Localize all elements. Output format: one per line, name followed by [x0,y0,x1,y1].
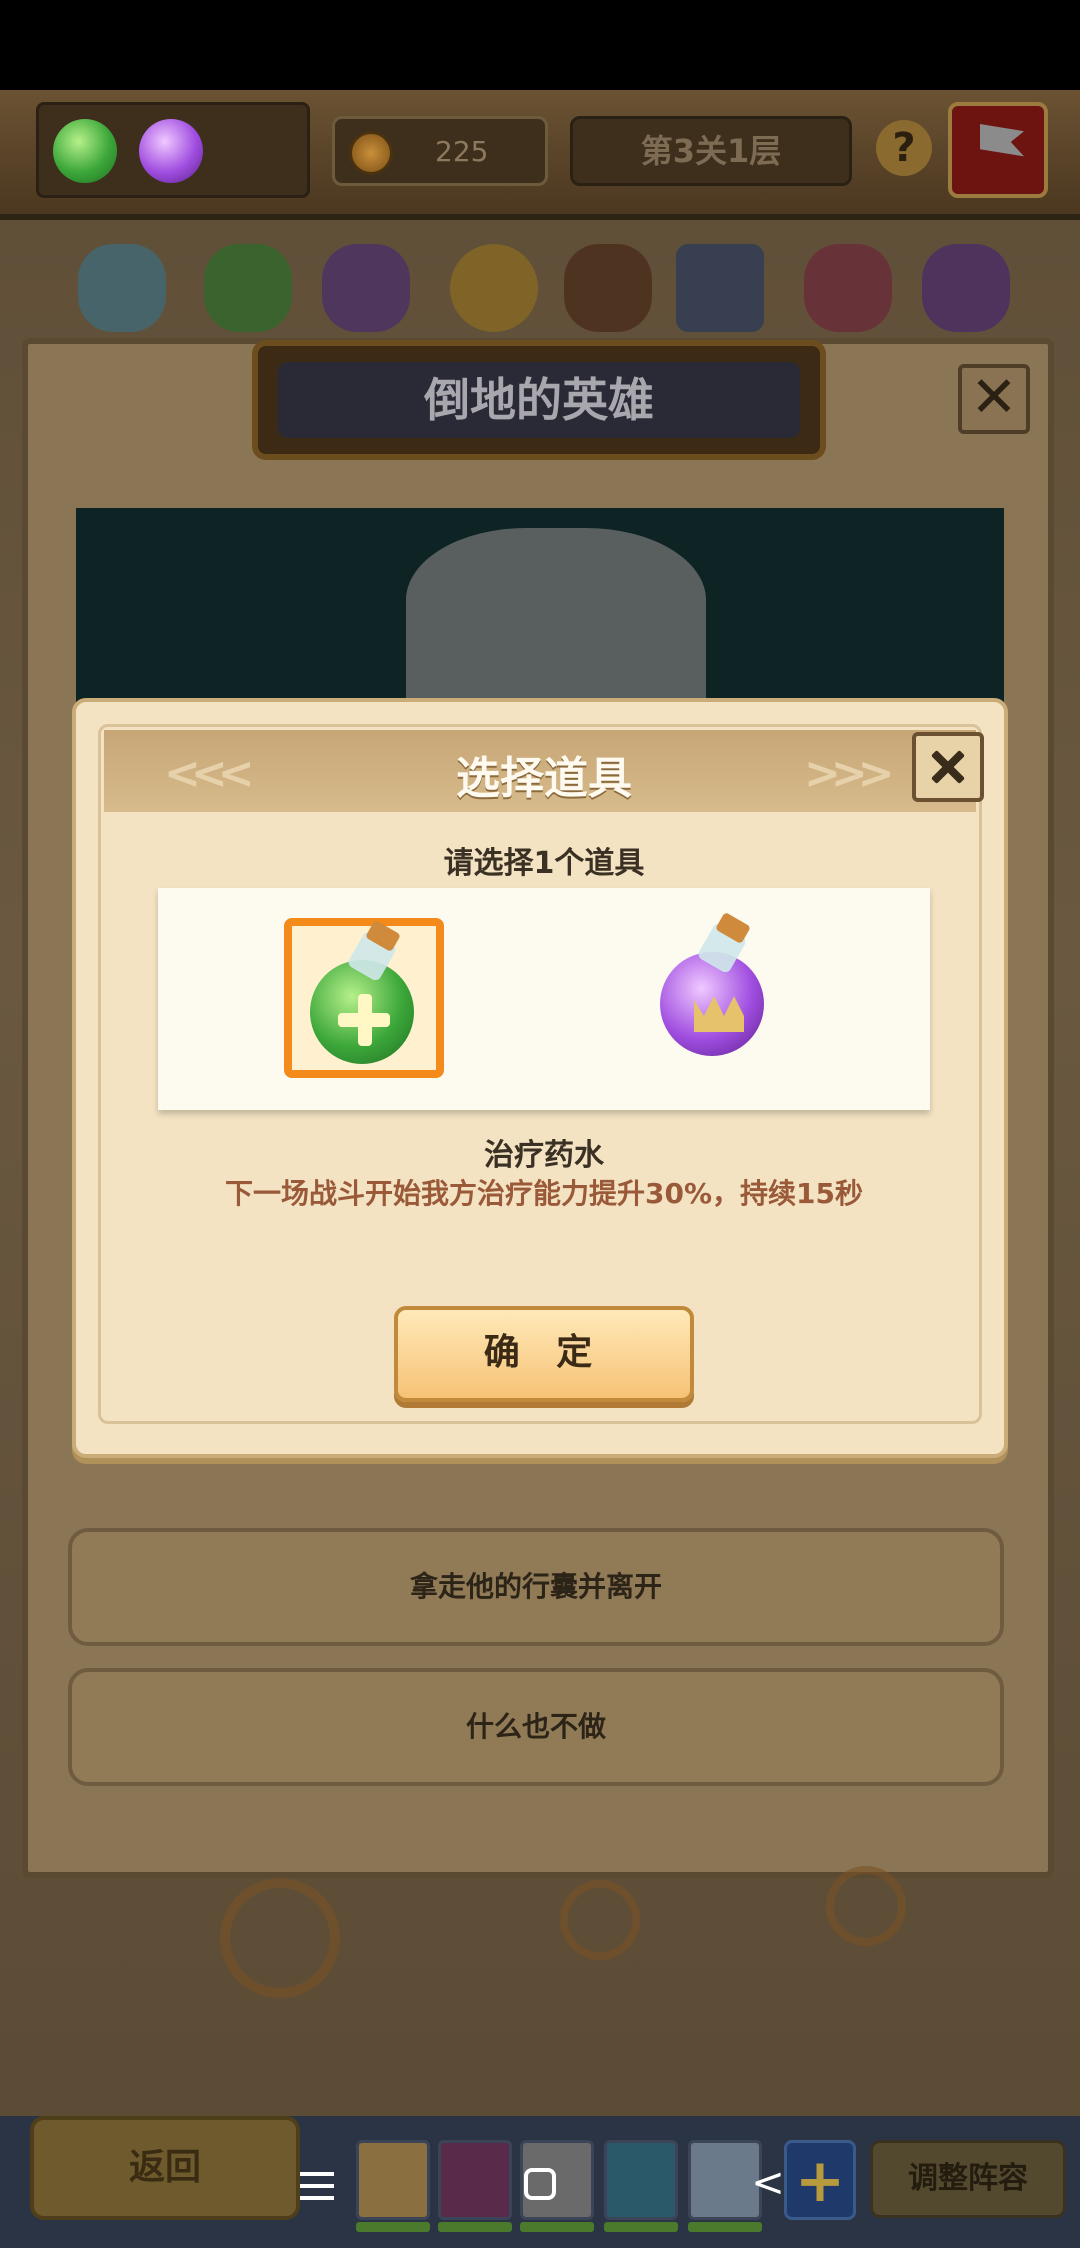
close-icon[interactable] [912,732,984,802]
status-bar [0,0,1080,90]
plus-icon [338,994,390,1046]
selected-item-name: 治疗药水 [484,1138,604,1173]
dialog-subtitle: 请选择1个道具 [443,846,645,881]
item-option-heal-potion[interactable] [284,918,444,1078]
dialog-title: 选择道具 [456,753,632,804]
select-item-dialog: <<< >>> 选择道具 请选择1个道具 治疗药水 下一场战斗开始我方治疗能力提… [72,698,1008,1458]
item-option-purple-potion[interactable] [642,911,802,1078]
confirm-button[interactable]: 确 定 [394,1306,694,1402]
item-choices [158,888,930,1110]
selected-item-description: 下一场战斗开始我方治疗能力提升30%，持续15秒 [225,1177,863,1210]
